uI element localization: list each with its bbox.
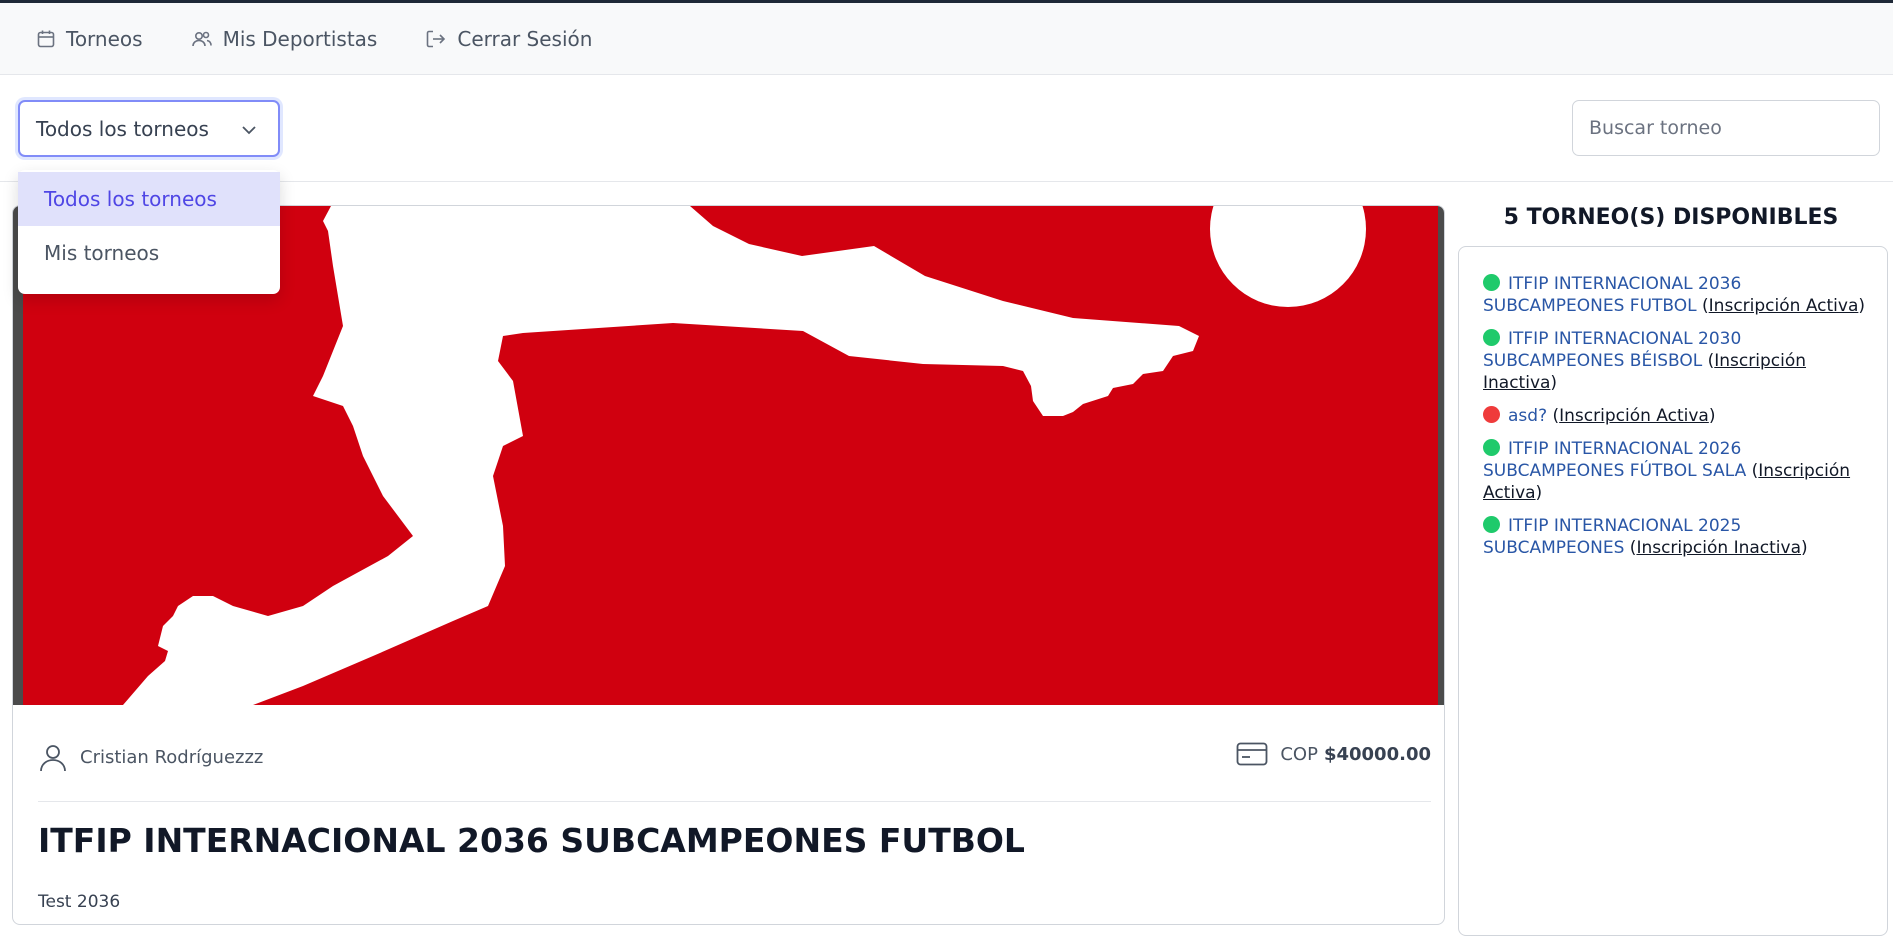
status-dot — [1483, 274, 1500, 291]
nav-mis-deportistas[interactable]: Mis Deportistas — [191, 26, 378, 51]
card-description: Test 2036 — [38, 892, 121, 912]
logout-icon — [427, 30, 446, 47]
card-price: COP $40000.00 — [1236, 742, 1431, 766]
card-meta: Cristian Rodríguezzz COP $40000.00 — [38, 742, 1431, 802]
calendar-icon — [37, 30, 55, 47]
nav-mis-deportistas-label: Mis Deportistas — [222, 26, 378, 51]
nav-cerrar-sesion-label: Cerrar Sesión — [457, 26, 593, 51]
tournament-link[interactable]: ITFIP INTERNACIONAL 2026 SUBCAMPEONES FÚ… — [1483, 439, 1746, 481]
price-currency: COP — [1280, 743, 1318, 765]
users-icon — [191, 31, 212, 46]
filter-dropdown-menu: Todos los torneos Mis torneos — [18, 170, 280, 294]
tournament-status-link[interactable]: Inscripción Inactiva — [1636, 538, 1801, 558]
tournament-list: ITFIP INTERNACIONAL 2036 SUBCAMPEONES FU… — [1458, 246, 1888, 936]
credit-card-icon — [1236, 742, 1268, 766]
price-amount: $40000.00 — [1323, 743, 1431, 765]
option-todos-los-torneos[interactable]: Todos los torneos — [18, 172, 280, 226]
search-input[interactable] — [1572, 100, 1880, 156]
nav-cerrar-sesion[interactable]: Cerrar Sesión — [425, 27, 592, 51]
tournament-status-link[interactable]: Inscripción Activa — [1559, 406, 1709, 426]
nav-torneos-label: Torneos — [66, 26, 143, 51]
sidebar-title: 5 TORNEO(S) DISPONIBLES — [1503, 205, 1839, 230]
option-mis-torneos[interactable]: Mis torneos — [18, 226, 280, 280]
list-item: ITFIP INTERNACIONAL 2026 SUBCAMPEONES FÚ… — [1483, 439, 1851, 503]
list-item: ITFIP INTERNACIONAL 2030 SUBCAMPEONES BÉ… — [1483, 329, 1807, 393]
status-dot — [1483, 516, 1500, 533]
status-dot — [1483, 329, 1500, 346]
card-author: Cristian Rodríguezzz — [38, 742, 263, 772]
chevron-down-icon — [242, 126, 256, 135]
list-item: ITFIP INTERNACIONAL 2025 SUBCAMPEONES (I… — [1483, 516, 1808, 558]
status-dot — [1483, 406, 1500, 423]
card-title: ITFIP INTERNACIONAL 2036 SUBCAMPEONES FU… — [38, 821, 1025, 860]
navbar: Torneos Mis Deportistas Cerrar Sesión — [0, 3, 1893, 75]
list-item: asd? (Inscripción Activa) — [1483, 405, 1867, 427]
filter-bar: Todos los torneos — [0, 76, 1893, 182]
tournament-link[interactable]: ITFIP INTERNACIONAL 2030 SUBCAMPEONES BÉ… — [1483, 329, 1741, 371]
nav-torneos[interactable]: Torneos — [36, 27, 143, 51]
tournament-link[interactable]: asd? — [1508, 406, 1547, 426]
author-name: Cristian Rodríguezzz — [80, 746, 264, 768]
select-value: Todos los torneos — [36, 116, 209, 141]
tournament-filter-select[interactable]: Todos los torneos — [18, 100, 280, 157]
status-dot — [1483, 439, 1500, 456]
tournament-status-link[interactable]: Inscripción Activa — [1709, 296, 1859, 316]
tournament-card[interactable]: Cristian Rodríguezzz COP $40000.00 ITFIP… — [12, 205, 1445, 925]
user-icon — [40, 745, 66, 772]
list-item: ITFIP INTERNACIONAL 2036 SUBCAMPEONES FU… — [1483, 274, 1866, 316]
